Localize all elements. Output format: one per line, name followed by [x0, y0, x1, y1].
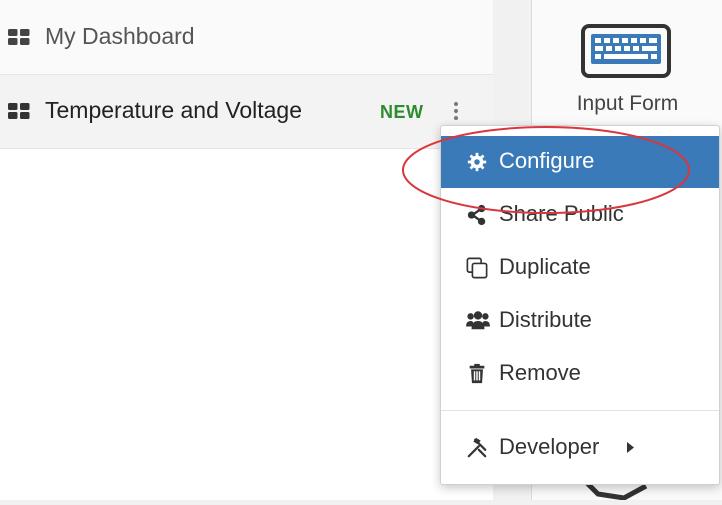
input-form-label: Input Form	[576, 92, 679, 115]
menu-item-label: Remove	[499, 360, 581, 385]
copy-icon	[466, 257, 488, 279]
menu-item-share-public[interactable]: Share Public	[441, 189, 719, 241]
new-badge: NEW	[380, 102, 424, 122]
menu-divider	[441, 410, 719, 411]
users-icon	[466, 310, 490, 332]
share-icon	[466, 204, 488, 226]
tools-icon	[466, 437, 488, 459]
menu-item-label: Distribute	[499, 307, 592, 332]
dashboard-item-temperature-and-voltage[interactable]: Temperature and Voltage NEW	[0, 75, 493, 149]
menu-item-remove[interactable]: Remove	[441, 348, 719, 400]
menu-item-label: Developer	[499, 434, 600, 459]
dashboard-item-label: My Dashboard	[45, 23, 195, 49]
more-options-icon[interactable]	[450, 99, 462, 127]
menu-item-distribute[interactable]: Distribute	[441, 295, 719, 347]
dashboard-grid-icon	[8, 29, 30, 45]
menu-item-duplicate[interactable]: Duplicate	[441, 242, 719, 294]
menu-item-label: Share Public	[499, 201, 624, 226]
context-menu: Configure Share Public Duplicate Distrib…	[440, 125, 720, 485]
menu-item-label: Configure	[499, 148, 595, 173]
menu-item-configure[interactable]: Configure	[441, 136, 719, 188]
dashboard-list: My Dashboard Temperature and Voltage NEW	[0, 0, 493, 500]
menu-item-label: Duplicate	[499, 254, 591, 279]
menu-item-developer[interactable]: Developer	[441, 422, 719, 474]
trash-icon	[466, 363, 488, 385]
gear-icon	[466, 151, 488, 173]
dashboard-item-label: Temperature and Voltage	[45, 97, 303, 123]
caret-right-icon	[626, 441, 635, 459]
dashboard-item-my-dashboard[interactable]: My Dashboard	[0, 0, 493, 75]
dashboard-grid-icon	[8, 103, 30, 119]
keyboard-icon[interactable]	[581, 24, 671, 83]
